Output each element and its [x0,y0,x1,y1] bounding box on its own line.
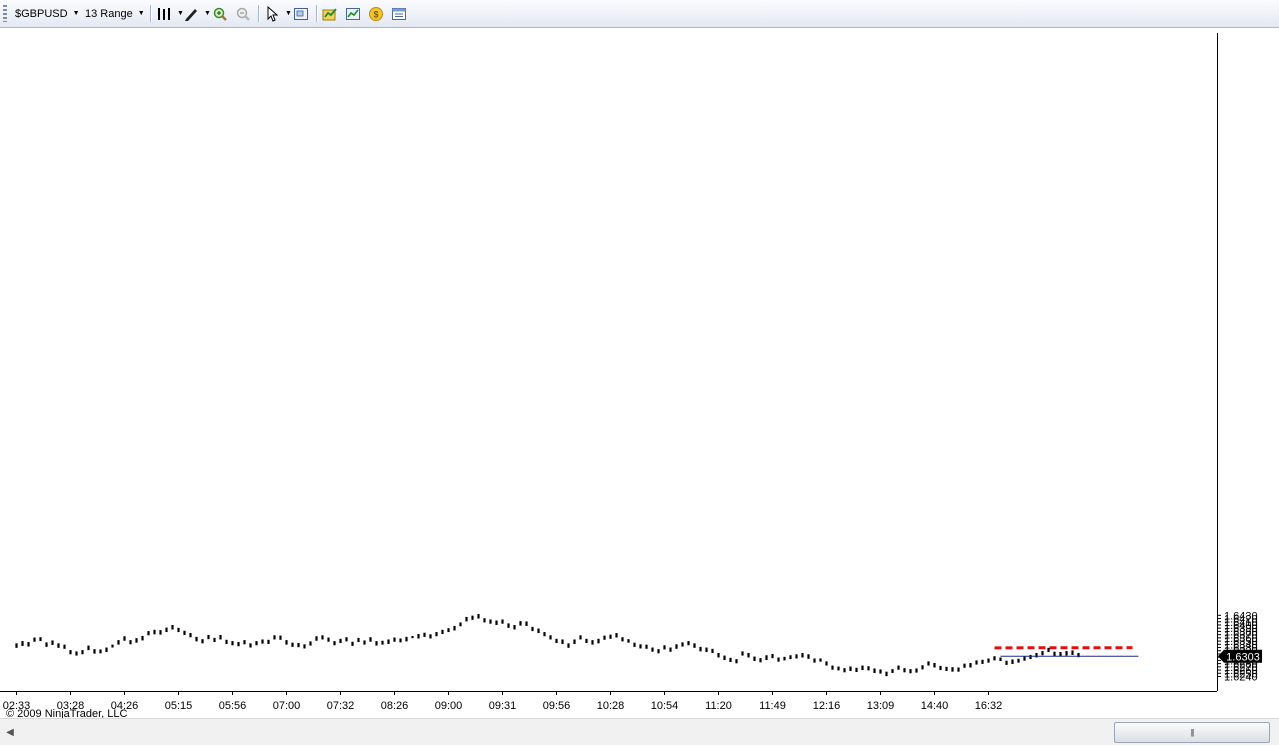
x-tick-label: 11:20 [705,700,732,712]
zoom-out-icon [235,6,251,22]
x-tick-label: 07:32 [327,700,355,712]
x-tick-label: 12:16 [813,700,841,712]
x-tick-label: 14:40 [921,700,949,712]
x-tick-label: 05:15 [165,700,193,712]
chevron-left-icon: ◀ [6,727,14,738]
x-tick-label: 09:00 [435,700,463,712]
bar-type-selector[interactable]: 13 Range ▼ [85,4,145,23]
instrument-selector[interactable]: $GBPUSD ▼ [15,4,80,23]
x-tick-label: 09:56 [543,700,571,712]
chevron-down-icon: ▼ [204,10,211,17]
y-tick-label: 1.6430 [1224,610,1258,622]
indicators-button[interactable] [322,4,338,23]
drawing-tool-icon [183,6,199,22]
data-box-button[interactable] [293,4,309,23]
properties-button[interactable] [391,4,407,23]
chevron-down-icon: ▼ [73,10,80,17]
x-tick-label: 09:31 [489,700,517,712]
pointer-button[interactable]: ▼ [264,4,292,23]
zoom-in-button[interactable] [212,4,228,23]
currency-button[interactable]: $ [368,4,384,23]
drawing-tool-button[interactable]: ▼ [183,4,211,23]
scrollbar-thumb[interactable]: ||| [1114,722,1270,743]
currency-icon: $ [368,6,384,22]
x-tick-label: 08:26 [381,700,409,712]
toolbar-separator [258,5,259,22]
x-tick-label: 13:09 [867,700,895,712]
properties-icon [391,6,407,22]
toolbar-grip[interactable] [3,5,7,22]
data-box-icon [293,6,309,22]
svg-text:$: $ [373,9,378,19]
grip-icon: ||| [1190,728,1193,737]
chart-panel[interactable]: 1.62401.62501.62601.62701.62801.62901.63… [0,28,1279,716]
price-chart[interactable]: 1.62401.62501.62601.62701.62801.62901.63… [0,28,1279,716]
indicators-icon [322,6,338,22]
bar-style-icon [156,6,172,22]
x-tick-label: 10:28 [597,700,625,712]
bar-type-label: 13 Range [85,8,133,20]
x-tick-label: 16:32 [975,700,1003,712]
chevron-down-icon: ▼ [138,10,145,17]
zoom-in-icon [212,6,228,22]
toolbar-separator [316,5,317,22]
strategies-icon [345,6,361,22]
x-tick-label: 10:54 [651,700,679,712]
zoom-out-button[interactable] [235,4,251,23]
x-tick-label: 11:49 [759,700,786,712]
instrument-label: $GBPUSD [15,8,68,20]
bar-style-button[interactable]: ▼ [156,4,184,23]
x-tick-label: 05:56 [219,700,247,712]
toolbar-separator [150,5,151,22]
strategies-button[interactable] [345,4,361,23]
pointer-icon [264,6,280,22]
last-price-label: 1.6303 [1226,651,1260,663]
x-tick-label: 07:00 [273,700,301,712]
chart-toolbar: $GBPUSD ▼ 13 Range ▼ ▼ ▼ [0,0,1279,28]
horizontal-scrollbar[interactable]: ◀ ||| [0,718,1279,745]
chevron-down-icon: ▼ [285,10,292,17]
scroll-left-button[interactable]: ◀ [2,721,18,743]
